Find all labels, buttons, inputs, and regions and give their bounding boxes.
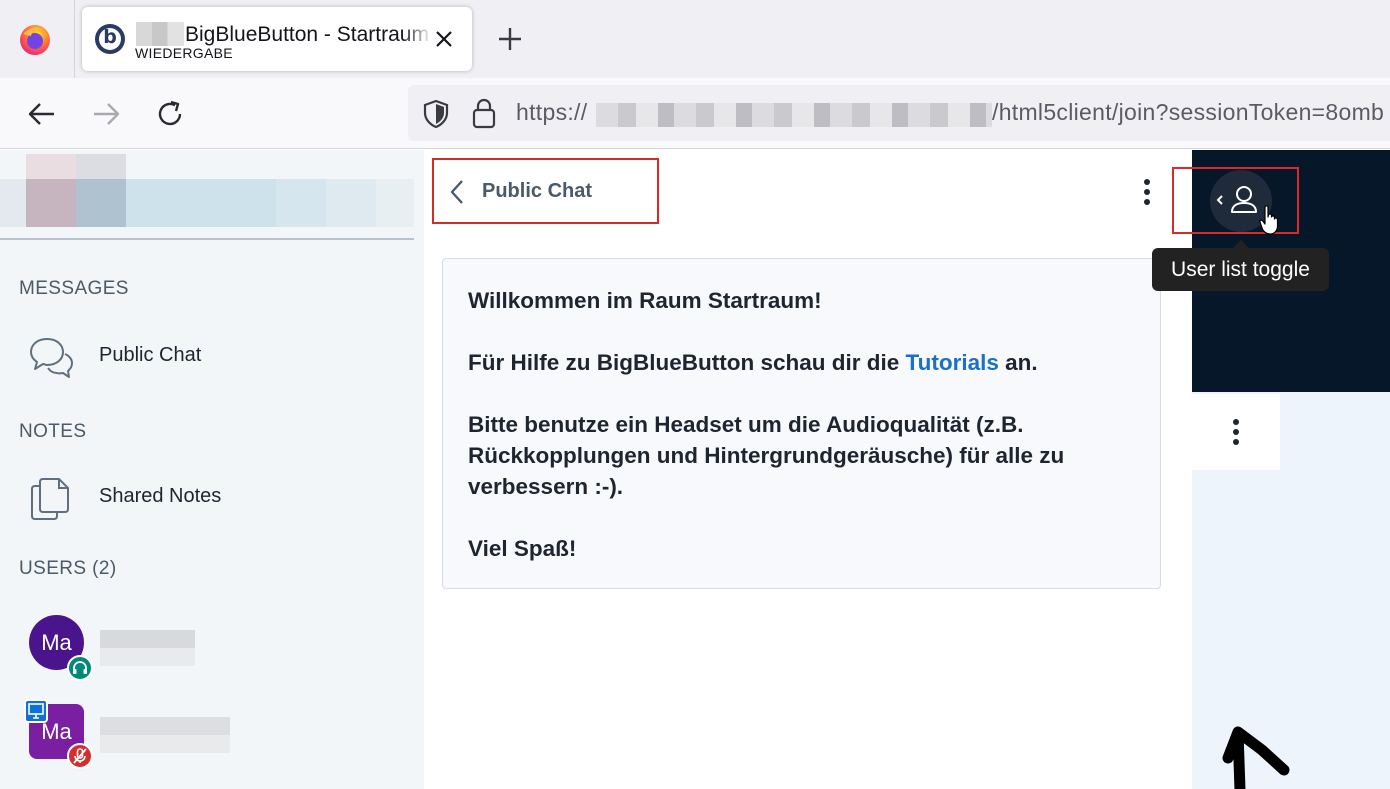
messages-section-header: MESSAGES xyxy=(19,278,129,299)
more-vertical-icon xyxy=(1233,419,1239,445)
chevron-left-icon xyxy=(450,180,463,204)
hide-public-chat-button[interactable]: Public Chat xyxy=(432,158,659,224)
forward-arrow-icon[interactable] xyxy=(90,98,122,130)
welcome-line-2: Für Hilfe zu BigBlueButton schau dir die… xyxy=(468,350,1038,375)
welcome-line-4: Viel Spaß! xyxy=(468,536,577,561)
presentation-options-button[interactable] xyxy=(1192,394,1280,470)
tab-playback-label: WIEDERGABE xyxy=(135,45,233,61)
tab-title: BigBlueButton - Startraum xyxy=(185,23,429,46)
sidebar-item-shared-notes[interactable]: Shared Notes xyxy=(22,468,412,528)
welcome-message: Willkommen im Raum Startraum! Für Hilfe … xyxy=(442,258,1161,589)
blurred-user-name xyxy=(100,717,230,753)
browser-tab-active[interactable]: BigBlueButton - Startraum WIEDERGABE xyxy=(82,7,472,71)
address-bar[interactable]: https:// /html5client/join?sessionToken=… xyxy=(408,85,1390,141)
document-copy-icon xyxy=(31,478,69,520)
chat-bubbles-icon xyxy=(30,338,73,378)
headset-status-badge xyxy=(67,655,93,681)
microphone-muted-icon xyxy=(73,748,87,764)
sidebar-item-public-chat[interactable]: Public Chat xyxy=(22,327,412,387)
new-tab-plus-icon[interactable] xyxy=(496,25,524,53)
browser-nav-bar: https:// /html5client/join?sessionToken=… xyxy=(0,78,1390,149)
presentation-screen-icon xyxy=(28,703,44,719)
room-name: Startraum xyxy=(707,288,815,313)
padlock-icon[interactable] xyxy=(470,97,498,129)
blurred-tab-prefix xyxy=(136,22,184,46)
presentation-area: User list toggle xyxy=(1152,150,1390,789)
sidebar-item-label: Shared Notes xyxy=(99,485,222,507)
notes-section-header: NOTES xyxy=(19,421,87,442)
blurred-url-host xyxy=(596,103,992,127)
users-section-header: USERS (2) xyxy=(19,558,117,579)
headphones-icon xyxy=(73,661,87,674)
user-list-toggle-tooltip: User list toggle xyxy=(1152,240,1329,291)
presenter-icon xyxy=(24,699,48,723)
tutorials-link[interactable]: Tutorials xyxy=(906,350,999,375)
tab-divider xyxy=(74,0,75,78)
url-path: /html5client/join?sessionToken=8omb xyxy=(992,99,1385,125)
url-protocol: https:// xyxy=(516,99,588,125)
blurred-user-name xyxy=(100,630,195,666)
reload-icon[interactable] xyxy=(154,98,186,130)
hand-cursor-icon xyxy=(1259,205,1279,235)
public-chat-panel: Public Chat Willkommen im Raum Startraum… xyxy=(424,150,1192,789)
bigbluebutton-favicon-icon xyxy=(95,24,125,54)
chat-title: Public Chat xyxy=(482,180,593,202)
close-tab-icon[interactable] xyxy=(432,27,456,51)
muted-status-badge xyxy=(67,743,93,769)
whiteboard-arrow-annotation xyxy=(1222,726,1290,789)
firefox-logo-icon[interactable] xyxy=(18,22,52,56)
sidebar-item-label: Public Chat xyxy=(99,344,202,366)
user-list-sidebar: MESSAGES Public Chat NOTES Shared Notes … xyxy=(0,150,424,789)
blurred-app-logo xyxy=(0,152,414,240)
browser-tab-bar: BigBlueButton - Startraum WIEDERGABE xyxy=(0,0,1390,78)
tracking-protection-shield-icon[interactable] xyxy=(422,99,450,129)
chat-options-more-icon[interactable] xyxy=(1136,176,1158,208)
welcome-line-1: Willkommen im Raum Startraum! xyxy=(468,288,822,313)
back-arrow-icon[interactable] xyxy=(26,98,58,130)
welcome-line-3: Bitte benutze ein Headset um die Audioqu… xyxy=(468,412,1065,499)
navbar-dark-area: User list toggle xyxy=(1152,150,1390,392)
